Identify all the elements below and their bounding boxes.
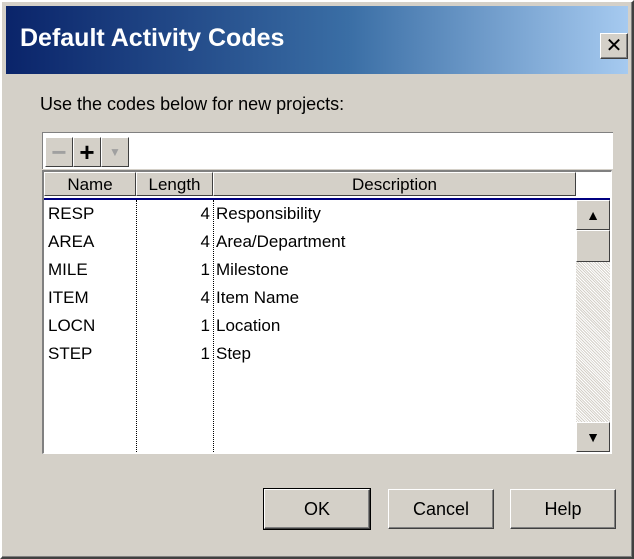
column-header-length[interactable]: Length	[136, 172, 213, 196]
cell-name[interactable]: MILE	[48, 256, 132, 284]
vertical-scrollbar[interactable]: ▲ ▼	[576, 200, 610, 452]
cancel-button[interactable]: Cancel	[388, 489, 494, 529]
column-header-description[interactable]: Description	[213, 172, 576, 196]
toolbar-dropdown-button[interactable]: ▼	[101, 137, 129, 167]
column-header-name[interactable]: Name	[44, 172, 136, 196]
grid-header: Name Length Description	[44, 172, 610, 200]
cell-description[interactable]: Step	[216, 340, 571, 368]
scroll-down-button[interactable]: ▼	[576, 422, 610, 452]
cell-length[interactable]: 4	[136, 228, 210, 256]
cell-description[interactable]: Milestone	[216, 256, 571, 284]
table-row[interactable]: LOCN 1 Location	[44, 312, 576, 340]
table-row[interactable]: MILE 1 Milestone	[44, 256, 576, 284]
cell-name[interactable]: RESP	[48, 200, 132, 228]
arrow-down-icon: ▼	[586, 429, 600, 445]
cell-length[interactable]: 1	[136, 340, 210, 368]
window-title: Default Activity Codes	[20, 24, 285, 52]
dialog-window: Default Activity Codes ✕ Use the codes b…	[0, 0, 634, 559]
codes-grid[interactable]: Name Length Description RESP 4 Responsib…	[42, 170, 612, 454]
cell-description[interactable]: Location	[216, 312, 571, 340]
instruction-label: Use the codes below for new projects:	[40, 94, 345, 114]
cell-length[interactable]: 1	[136, 256, 210, 284]
ok-button[interactable]: OK	[263, 488, 371, 530]
cell-name[interactable]: LOCN	[48, 312, 132, 340]
cell-length[interactable]: 4	[136, 284, 210, 312]
title-bar[interactable]: Default Activity Codes ✕	[6, 6, 628, 74]
remove-row-button[interactable]: −	[45, 137, 73, 167]
cell-name[interactable]: ITEM	[48, 284, 132, 312]
add-row-button[interactable]: +	[73, 137, 101, 167]
arrow-up-icon: ▲	[586, 207, 600, 223]
chevron-down-icon: ▼	[109, 145, 121, 159]
scrollbar-thumb[interactable]	[576, 230, 610, 262]
header-corner	[576, 172, 610, 196]
help-button[interactable]: Help	[510, 489, 616, 529]
close-button[interactable]: ✕	[600, 33, 628, 59]
plus-icon: +	[79, 137, 95, 167]
minus-icon: −	[51, 137, 67, 167]
cell-length[interactable]: 4	[136, 200, 210, 228]
table-row[interactable]: STEP 1 Step	[44, 340, 576, 368]
cell-description[interactable]: Responsibility	[216, 200, 571, 228]
grid-toolbar: − + ▼	[42, 132, 613, 169]
cell-name[interactable]: STEP	[48, 340, 132, 368]
table-row[interactable]: AREA 4 Area/Department	[44, 228, 576, 256]
table-row[interactable]: ITEM 4 Item Name	[44, 284, 576, 312]
cell-description[interactable]: Item Name	[216, 284, 571, 312]
scroll-up-button[interactable]: ▲	[576, 200, 610, 230]
cell-description[interactable]: Area/Department	[216, 228, 571, 256]
table-row[interactable]: RESP 4 Responsibility	[44, 200, 576, 228]
grid-body: RESP 4 Responsibility AREA 4 Area/Depart…	[44, 200, 576, 452]
cell-name[interactable]: AREA	[48, 228, 132, 256]
close-icon: ✕	[605, 35, 623, 57]
cell-length[interactable]: 1	[136, 312, 210, 340]
